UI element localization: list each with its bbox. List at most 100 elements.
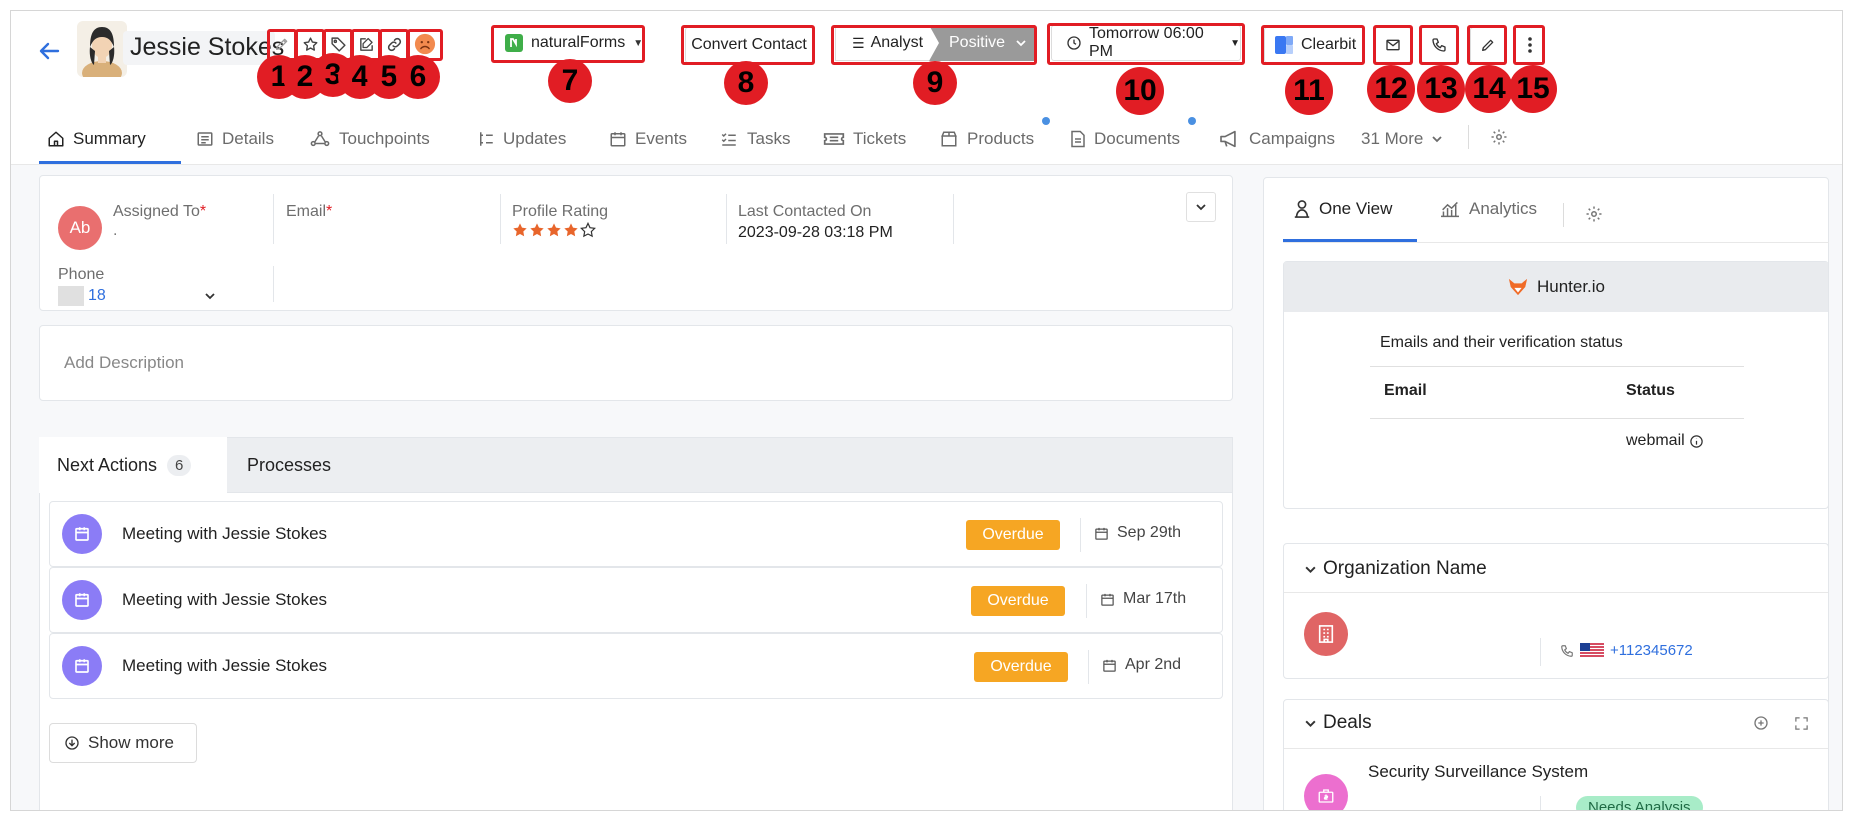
add-deal-plus-icon[interactable]: [1748, 710, 1774, 736]
tab-documents[interactable]: Documents: [1070, 121, 1180, 157]
list-item[interactable]: Meeting with Jessie Stokes Overdue Apr 2…: [49, 633, 1223, 699]
email-status-value: webmail: [1626, 432, 1685, 449]
one-view-label: One View: [1319, 199, 1393, 218]
annotation-box-9: [831, 25, 1037, 65]
crm-contact-window: Jessie Stokes naturalForms ▼ Convert Con…: [10, 10, 1843, 811]
deals-card: Deals Security Surveillance System Needs…: [1283, 699, 1829, 810]
updates-icon: [480, 132, 493, 146]
deals-divider: [1284, 748, 1828, 749]
email-label: Email*: [286, 203, 332, 221]
annotation-marker-15: 15: [1509, 65, 1557, 113]
annotation-marker-9: 9: [913, 61, 957, 105]
star-filled-icon[interactable]: [546, 222, 562, 238]
tab-analytics[interactable]: Analytics: [1439, 199, 1537, 219]
tabs-settings-gear-icon[interactable]: [1485, 123, 1513, 151]
expand-summary-button[interactable]: [1186, 192, 1216, 222]
tab-events[interactable]: Events: [609, 121, 687, 157]
box-icon: [941, 131, 957, 147]
tab-tasks[interactable]: Tasks: [719, 121, 790, 157]
hunter-header: Hunter.io: [1284, 262, 1828, 312]
profile-rating-label: Profile Rating: [512, 203, 609, 220]
action-date-text: Mar 17th: [1123, 590, 1187, 607]
list-item[interactable]: Meeting with Jessie Stokes Overdue Sep 2…: [49, 501, 1223, 567]
email-status-cell: webmail: [1626, 432, 1704, 450]
tab-tickets[interactable]: Tickets: [823, 121, 906, 157]
action-title[interactable]: Meeting with Jessie Stokes: [122, 524, 327, 544]
tab-summary[interactable]: Summary: [47, 121, 146, 157]
assigned-to-text: Assigned To: [113, 203, 200, 220]
organization-phone[interactable]: +112345672: [1560, 642, 1693, 659]
calendar-icon: [1101, 593, 1114, 606]
field-divider: [500, 194, 501, 244]
assigned-to-value[interactable]: .: [113, 222, 117, 240]
action-title[interactable]: Meeting with Jessie Stokes: [122, 590, 327, 610]
tab-events-label: Events: [635, 129, 687, 148]
right-panel-settings-gear-icon[interactable]: [1581, 201, 1607, 227]
tab-one-view[interactable]: One View: [1293, 199, 1392, 219]
email-text: Email: [286, 203, 327, 220]
tab-next-actions[interactable]: Next Actions 6: [39, 437, 227, 493]
info-circle-icon[interactable]: [1689, 434, 1704, 449]
deal-title[interactable]: Security Surveillance System: [1368, 762, 1588, 782]
calendar-icon: [1095, 527, 1108, 540]
field-divider: [1540, 796, 1541, 810]
add-description-placeholder[interactable]: Add Description: [64, 353, 184, 373]
tab-details[interactable]: Details: [196, 121, 274, 157]
contact-name: Jessie Stokes: [130, 33, 285, 61]
phone-field[interactable]: 18: [58, 286, 106, 306]
organization-phone-number: +112345672: [1610, 642, 1693, 659]
row-divider: [1088, 650, 1089, 684]
chevron-down-icon: [1305, 566, 1316, 573]
briefcase-dollar-icon: [1318, 789, 1334, 803]
phone-value: 18: [88, 287, 106, 304]
one-view-person-icon: [1294, 200, 1310, 218]
more-tabs-dropdown[interactable]: 31 More: [1361, 121, 1443, 157]
annotation-marker-13: 13: [1417, 65, 1465, 113]
hunter-title: Hunter.io: [1536, 277, 1606, 296]
required-asterisk: *: [326, 203, 333, 220]
phone-icon: [1561, 644, 1573, 657]
calendar-icon: [610, 132, 626, 147]
tab-products[interactable]: Products: [939, 121, 1034, 157]
organization-section-toggle[interactable]: Organization Name: [1304, 558, 1487, 580]
deal-avatar: [1304, 774, 1348, 810]
deals-section-toggle[interactable]: Deals: [1304, 712, 1372, 734]
summary-card: Ab Assigned To* . Email* Profile Rating …: [39, 175, 1233, 311]
next-actions-count-badge: 6: [167, 454, 192, 476]
list-item[interactable]: Meeting with Jessie Stokes Overdue Mar 1…: [49, 567, 1223, 633]
documents-notification-dot: [1188, 117, 1196, 125]
action-date: Sep 29th: [1094, 524, 1181, 542]
tab-touchpoints[interactable]: Touchpoints: [309, 121, 430, 157]
action-date: Mar 17th: [1100, 590, 1186, 608]
tab-campaigns-label: Campaigns: [1249, 129, 1335, 148]
star-filled-icon[interactable]: [512, 222, 528, 238]
star-empty-icon[interactable]: [580, 222, 596, 238]
tabs-divider: [1468, 125, 1469, 149]
profile-rating-stars[interactable]: [512, 222, 596, 238]
action-title[interactable]: Meeting with Jessie Stokes: [122, 656, 327, 676]
annotation-box-10: [1047, 23, 1245, 65]
tab-updates[interactable]: Updates: [477, 121, 566, 157]
ticket-icon: [823, 133, 845, 145]
arrow-down-circle-icon: [65, 736, 79, 750]
tab-processes[interactable]: Processes: [247, 455, 331, 476]
description-card[interactable]: Add Description: [39, 325, 1233, 401]
star-filled-icon[interactable]: [563, 222, 579, 238]
products-notification-dot: [1042, 117, 1050, 125]
phone-dropdown-chevron-icon[interactable]: [200, 286, 220, 306]
tab-documents-label: Documents: [1094, 129, 1180, 148]
back-arrow-icon[interactable]: [33, 34, 67, 68]
star-filled-icon[interactable]: [529, 222, 545, 238]
required-asterisk: *: [199, 203, 207, 220]
tab-campaigns[interactable]: Campaigns: [1219, 121, 1335, 157]
show-more-button[interactable]: Show more: [49, 723, 197, 763]
document-icon: [1071, 130, 1085, 148]
list-icon: [197, 132, 213, 146]
touchpoints-icon: [310, 131, 330, 147]
chevron-down-icon: [1305, 720, 1316, 727]
field-divider: [953, 194, 954, 244]
right-tabs-border: [1283, 242, 1829, 243]
last-contacted-label: Last Contacted On: [738, 203, 872, 220]
expand-fullscreen-icon[interactable]: [1788, 710, 1814, 736]
field-divider: [1540, 638, 1541, 666]
